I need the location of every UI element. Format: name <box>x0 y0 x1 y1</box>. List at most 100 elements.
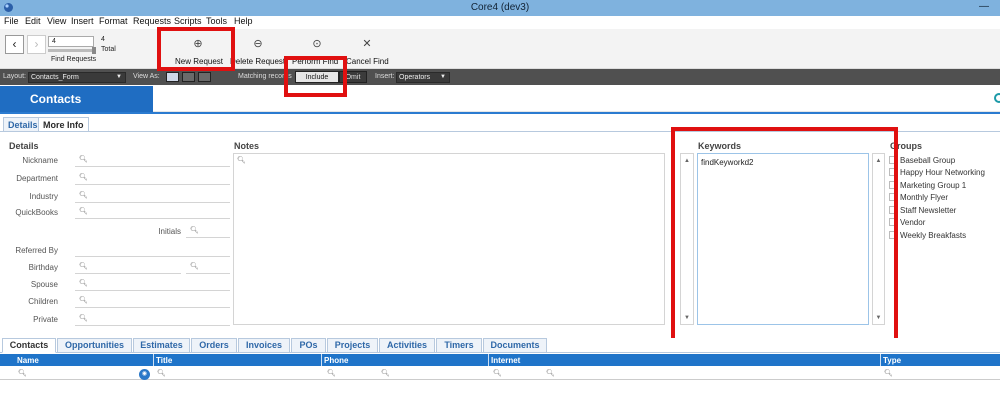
delete-request-icon[interactable]: ⊖ <box>248 37 268 50</box>
previous-record-button[interactable]: ‹ <box>5 35 24 54</box>
menu-format[interactable]: Format <box>99 16 128 26</box>
next-record-button[interactable]: › <box>27 35 46 54</box>
column-divider <box>321 354 322 366</box>
menu-insert[interactable]: Insert <box>71 16 94 26</box>
search-icon[interactable]: 🔍︎ <box>884 369 893 377</box>
tab-estimates[interactable]: Estimates <box>133 338 190 353</box>
initials-label: Initials <box>158 227 181 236</box>
group-label: Staff Newsletter <box>900 206 957 215</box>
column-type[interactable]: Type <box>883 356 901 365</box>
keywords-highlight <box>671 127 898 342</box>
delete-request-button[interactable]: Delete Request <box>230 57 285 66</box>
group-label: Marketing Group 1 <box>900 181 967 190</box>
tab-opportunities[interactable]: Opportunities <box>57 338 132 353</box>
search-icon: 🔍︎ <box>79 280 88 287</box>
chevron-down-icon: ▼ <box>440 74 446 80</box>
form-view-button[interactable] <box>166 72 179 82</box>
tab-more-info[interactable]: More Info <box>38 117 89 132</box>
menu-tools[interactable]: Tools <box>206 16 227 26</box>
search-icon[interactable]: 🔍︎ <box>157 369 166 377</box>
column-divider <box>880 354 881 366</box>
menu-file[interactable]: File <box>4 16 19 26</box>
column-internet[interactable]: Internet <box>491 356 520 365</box>
tab-contacts[interactable]: Contacts <box>2 338 56 353</box>
nickname-label: Nickname <box>22 156 58 165</box>
cancel-find-button[interactable]: Cancel Find <box>346 57 389 66</box>
view-as-label: View As: <box>133 73 160 80</box>
tab-documents[interactable]: Documents <box>483 338 547 353</box>
birthday-field[interactable] <box>75 260 181 274</box>
menu-view[interactable]: View <box>47 16 66 26</box>
nickname-field[interactable] <box>75 153 230 167</box>
search-icon[interactable]: 🔍︎ <box>18 369 27 377</box>
referred-by-field[interactable] <box>75 243 230 257</box>
tab-pos[interactable]: POs <box>291 338 326 353</box>
search-icon[interactable]: 🔍︎ <box>327 369 336 377</box>
search-icon[interactable]: 🔍︎ <box>381 369 390 377</box>
globe-icon[interactable]: ◉ <box>139 369 150 380</box>
industry-field[interactable] <box>75 189 230 203</box>
window-title: Core4 (dev3) <box>470 2 530 13</box>
layout-select[interactable]: Contacts_Form ▼ <box>28 72 126 83</box>
layout-label: Layout: <box>3 73 26 80</box>
toolbar: ‹ › 4 4 Total Find Requests ⊕ New Reques… <box>0 29 1000 69</box>
search-icon: 🔍︎ <box>79 174 88 181</box>
search-icon[interactable]: 🔍︎ <box>546 369 555 377</box>
search-icon: 🔍︎ <box>79 192 88 199</box>
header-divider <box>0 112 1000 114</box>
menu-requests[interactable]: Requests <box>133 16 171 26</box>
group-checkbox[interactable]: Baseball Group <box>889 156 955 165</box>
column-divider <box>488 354 489 366</box>
tab-projects[interactable]: Projects <box>327 338 378 353</box>
children-field[interactable] <box>75 294 230 308</box>
title-bar: Core4 (dev3) — <box>0 0 1000 16</box>
column-name[interactable]: Name <box>17 356 39 365</box>
cancel-find-icon[interactable]: ✕ <box>357 37 377 50</box>
group-checkbox[interactable]: Staff Newsletter <box>889 206 956 215</box>
notes-title: Notes <box>234 141 260 151</box>
details-title: Details <box>9 141 39 151</box>
tab-orders[interactable]: Orders <box>191 338 237 353</box>
spouse-field[interactable] <box>75 277 230 291</box>
tab-invoices[interactable]: Invoices <box>238 338 290 353</box>
group-checkbox[interactable]: Weekly Breakfasts <box>889 231 966 240</box>
search-icon: 🔍︎ <box>190 227 199 234</box>
include-highlight <box>284 56 347 97</box>
notes-field[interactable] <box>233 153 665 325</box>
refresh-icon[interactable] <box>994 93 1000 103</box>
menu-edit[interactable]: Edit <box>25 16 41 26</box>
insert-select[interactable]: Operators ▼ <box>396 72 450 83</box>
record-number-field[interactable]: 4 <box>48 36 94 47</box>
list-view-button[interactable] <box>182 72 195 82</box>
column-phone[interactable]: Phone <box>324 356 348 365</box>
group-label: Vendor <box>900 218 926 227</box>
column-title[interactable]: Title <box>156 356 172 365</box>
search-icon[interactable]: 🔍︎ <box>493 369 502 377</box>
perform-find-icon[interactable]: ⊙ <box>307 37 327 50</box>
quickbooks-field[interactable] <box>75 205 230 219</box>
search-icon: 🔍︎ <box>237 157 246 164</box>
group-label: Baseball Group <box>900 156 956 165</box>
tab-activities[interactable]: Activities <box>379 338 435 353</box>
birthday-label: Birthday <box>28 263 58 272</box>
spouse-label: Spouse <box>30 280 58 289</box>
tab-timers[interactable]: Timers <box>436 338 482 353</box>
layout-select-value: Contacts_Form <box>31 74 79 81</box>
group-checkbox[interactable]: Marketing Group 1 <box>889 181 966 190</box>
new-request-highlight <box>157 27 235 71</box>
record-slider-thumb[interactable] <box>92 47 96 54</box>
department-label: Department <box>16 174 58 183</box>
minimize-icon[interactable]: — <box>976 1 992 14</box>
menu-bar: File Edit View Insert Format Requests Sc… <box>0 16 1000 29</box>
table-view-button[interactable] <box>198 72 211 82</box>
group-checkbox[interactable]: Happy Hour Networking <box>889 168 985 177</box>
record-slider[interactable] <box>48 49 94 52</box>
portal-body <box>0 381 1000 400</box>
menu-scripts[interactable]: Scripts <box>174 16 202 26</box>
search-icon: 🔍︎ <box>190 263 199 270</box>
department-field[interactable] <box>75 171 230 185</box>
search-icon: 🔍︎ <box>79 208 88 215</box>
tab-details[interactable]: Details <box>3 117 43 132</box>
menu-help[interactable]: Help <box>234 16 253 26</box>
private-field[interactable] <box>75 312 230 326</box>
